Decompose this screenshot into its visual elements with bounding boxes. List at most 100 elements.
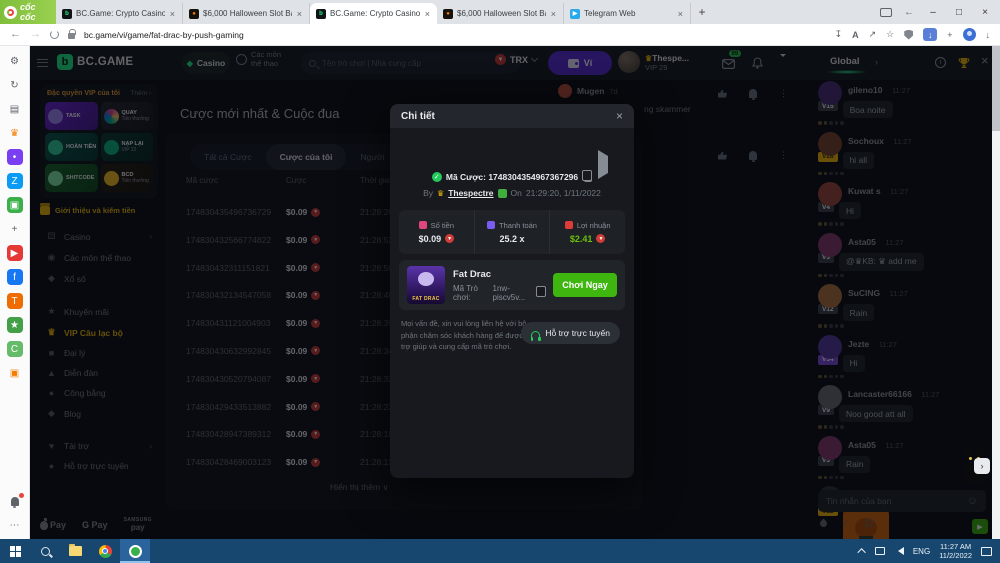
user-badge-icon — [498, 189, 507, 198]
page-scrollbar[interactable] — [992, 46, 1000, 539]
tab-title: Telegram Web — [584, 9, 673, 18]
tab-close-icon[interactable]: × — [677, 9, 684, 19]
toolbar-icon[interactable]: ★ — [7, 317, 23, 333]
bet-username[interactable]: Thespectre — [448, 188, 493, 198]
on-label: On — [511, 188, 522, 198]
maximize-button[interactable]: □ — [952, 7, 966, 18]
system-tray: ENG 11:27 AM 11/2/2022 — [860, 542, 1000, 561]
chrome-icon[interactable] — [90, 539, 120, 563]
bookmark-star-icon[interactable]: ☆ — [886, 29, 894, 40]
start-button[interactable] — [0, 539, 30, 563]
tab-close-icon[interactable]: × — [169, 9, 176, 19]
coccoc-brand-label: cốc cốc — [20, 2, 52, 22]
action-center-icon[interactable] — [981, 547, 992, 556]
browser-addressbar: ← → bc.game/vi/game/fat-drac-by-push-gam… — [0, 24, 1000, 46]
close-window-button[interactable]: × — [978, 7, 992, 18]
stat-icon — [419, 221, 427, 229]
scrollbar-thumb[interactable] — [992, 46, 1000, 131]
bet-datetime: 21:29:20, 1/11/2022 — [526, 188, 601, 198]
toolbar-icon[interactable]: f — [7, 269, 23, 285]
by-label: By — [423, 188, 433, 198]
extension-icon[interactable]: + — [947, 30, 952, 40]
new-tab-button[interactable]: + — [691, 5, 713, 19]
back-icon[interactable]: ← — [10, 29, 21, 40]
cast-icon[interactable] — [880, 8, 892, 17]
toolbar-icon[interactable]: Z — [7, 173, 23, 189]
translate-icon[interactable]: A — [852, 30, 859, 40]
copy-icon[interactable] — [584, 173, 592, 182]
browser-tab[interactable]: ▶ Telegram Web × — [564, 3, 691, 24]
adblock-shield-icon[interactable] — [904, 30, 913, 40]
tab-favicon: ● — [443, 9, 453, 19]
stat-label: Thanh toán — [499, 221, 537, 230]
toolbar-icon[interactable]: ⚙ — [7, 53, 23, 69]
live-support-label: Hỗ trợ trực tuyến — [545, 328, 610, 338]
toolbar-icon[interactable]: T — [7, 293, 23, 309]
volume-icon[interactable] — [894, 547, 904, 555]
tray-expand-icon[interactable] — [857, 548, 865, 556]
share-page-icon[interactable]: ↗ — [869, 29, 877, 40]
download-page-icon[interactable]: ↧ — [835, 29, 843, 40]
downloads-icon[interactable]: ↓ — [986, 30, 991, 40]
bet-details-modal: Chi tiết × ✓ Mã Cược: 174830435496736729… — [390, 104, 634, 478]
reload-icon[interactable] — [50, 30, 59, 39]
network-icon[interactable] — [875, 547, 885, 555]
tab-title: $6,000 Halloween Slot Battle — [203, 9, 292, 18]
url-text[interactable]: bc.game/vi/game/fat-drac-by-push-gaming — [84, 30, 244, 40]
trx-coin-icon: ▼ — [596, 234, 605, 243]
notifications-bell-icon[interactable] — [7, 493, 23, 509]
game-code: Mã Trò chơi:1nw-piscv5v... — [453, 284, 545, 302]
stat-icon — [487, 221, 495, 229]
play-now-button[interactable]: Chơi Ngay — [553, 273, 617, 297]
profile-avatar-icon[interactable] — [963, 28, 976, 41]
stat-value: $2.41▼ — [570, 234, 606, 244]
bet-author-row: By ♛ Thespectre On 21:29:20, 1/11/2022 — [390, 188, 634, 198]
toolbar-icon[interactable]: ↻ — [7, 77, 23, 93]
site-viewport: b BC.GAME ◆ Casino Các môn thể thao ▼ T — [30, 46, 992, 539]
tab-favicon: ▶ — [570, 9, 580, 19]
stat-cell: Lợi nhuận $2.41▼ — [549, 210, 625, 254]
screen: cốc cốc b BC.Game: Crypto Casino Gan × ●… — [0, 0, 1000, 563]
file-explorer-icon[interactable] — [60, 539, 90, 563]
chat-scroll-down-button[interactable]: › — [974, 458, 990, 474]
stat-cell: Số tiền $0.09▼ — [399, 210, 474, 254]
toolbar-icon[interactable]: ▣ — [7, 365, 23, 381]
toolbar-icon[interactable]: • — [7, 149, 23, 165]
game-card: FAT DRAC Fat Drac Mã Trò chơi:1nw-piscv5… — [399, 260, 625, 310]
bet-id-row: ✓ Mã Cược: 1748304354967367296 — [390, 172, 634, 182]
modal-close-icon[interactable]: × — [616, 109, 623, 123]
stat-value: 25.2 x — [499, 234, 524, 244]
language-indicator[interactable]: ENG — [913, 547, 930, 556]
forward-icon[interactable]: → — [30, 29, 41, 40]
stat-label: Lợi nhuận — [577, 221, 611, 230]
toolbar-icon[interactable]: ♛ — [7, 125, 23, 141]
coccoc-brand[interactable]: cốc cốc — [0, 0, 56, 24]
tab-favicon: b — [316, 9, 326, 19]
tab-favicon: b — [62, 9, 72, 19]
taskbar-clock[interactable]: 11:27 AM 11/2/2022 — [939, 542, 972, 561]
toolbar-icon[interactable]: ▶ — [7, 245, 23, 261]
live-support-button[interactable]: Hỗ trợ trực tuyến — [521, 322, 620, 344]
copy-icon[interactable] — [538, 288, 545, 297]
tab-close-icon[interactable]: × — [550, 9, 557, 19]
toolbar-icon[interactable]: ▤ — [7, 101, 23, 117]
game-thumbnail[interactable]: FAT DRAC — [407, 266, 445, 304]
more-icon[interactable]: ⋯ — [7, 517, 23, 533]
toolbar-icon[interactable]: C — [7, 341, 23, 357]
tab-close-icon[interactable]: × — [424, 9, 431, 19]
minimize-button[interactable]: – — [926, 7, 940, 18]
browser-tab[interactable]: ● $6,000 Halloween Slot Battle × — [437, 3, 564, 24]
coccoc-taskbar-icon[interactable] — [120, 539, 150, 563]
modal-header: Chi tiết × — [390, 104, 634, 128]
browser-tab[interactable]: b BC.Game: Crypto Casino Gan × — [56, 3, 183, 24]
stat-cell: Thanh toán 25.2 x — [474, 210, 550, 254]
browser-tab[interactable]: ● $6,000 Halloween Slot Battle × — [183, 3, 310, 24]
tab-title: $6,000 Halloween Slot Battle — [457, 9, 546, 18]
toolbar-icon[interactable]: + — [7, 221, 23, 237]
browser-tab[interactable]: b BC.Game: Crypto Casino Gan × — [310, 3, 437, 24]
toolbar-icon[interactable]: ▣ — [7, 197, 23, 213]
active-download-icon[interactable]: ↓ — [923, 28, 937, 41]
tab-close-icon[interactable]: × — [296, 9, 303, 19]
taskbar-search-icon[interactable] — [30, 539, 60, 563]
reopen-tab-icon[interactable]: ← — [904, 7, 914, 18]
